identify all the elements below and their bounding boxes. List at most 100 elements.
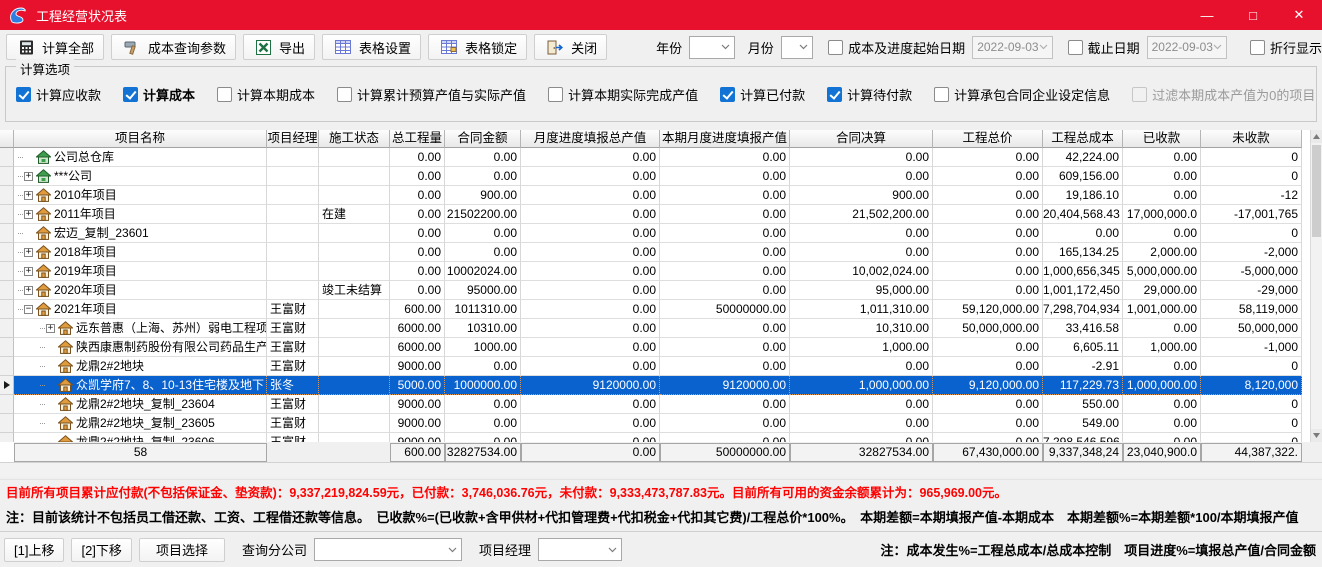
horizontal-scrollbar[interactable]: [0, 462, 1322, 477]
maximize-button[interactable]: □: [1230, 0, 1276, 30]
column-header-3[interactable]: 施工状态: [319, 130, 390, 148]
checkbox-icon[interactable]: [1250, 40, 1265, 55]
row-selector-cell[interactable]: [0, 433, 14, 442]
column-header-10[interactable]: 工程总成本: [1043, 130, 1123, 148]
wrap-display-checkbox[interactable]: 折行显示: [1250, 38, 1322, 57]
expand-icon[interactable]: +: [24, 172, 33, 181]
calc-option[interactable]: 计算应收款: [16, 85, 101, 104]
row-selector-cell[interactable]: [0, 205, 14, 224]
calc-option[interactable]: 计算成本: [123, 85, 195, 104]
expand-icon[interactable]: +: [24, 248, 33, 257]
table-row[interactable]: +远东普惠（上海、苏州）弱电工程项王富财6000.0010310.000.000…: [0, 319, 1322, 338]
calc-all-button[interactable]: 计算全部: [6, 34, 104, 60]
calc-option[interactable]: 计算累计预算产值与实际产值: [337, 85, 526, 104]
table-row[interactable]: 陕西康惠制药股份有限公司药品生产王富财6000.001000.000.000.0…: [0, 338, 1322, 357]
manager-select[interactable]: [538, 538, 622, 561]
row-selector-cell[interactable]: [0, 357, 14, 376]
row-selector-cell[interactable]: [0, 262, 14, 281]
table-lock-button[interactable]: 表格锁定: [428, 34, 527, 60]
calc-option[interactable]: 计算已付款: [720, 85, 805, 104]
table-row[interactable]: 龙鼎2#2地块_复制_23606王富财9000.000.000.000.000.…: [0, 433, 1322, 442]
table-row[interactable]: 宏迈_复制_236010.000.000.000.000.000.000.000…: [0, 224, 1322, 243]
minimize-button[interactable]: —: [1184, 0, 1230, 30]
checkbox-icon[interactable]: [123, 87, 138, 102]
calc-option[interactable]: 计算本期成本: [217, 85, 315, 104]
value-cell: 0: [1201, 433, 1302, 442]
checkbox-icon[interactable]: [337, 87, 352, 102]
expand-icon[interactable]: +: [24, 210, 33, 219]
table-row[interactable]: +2019年项目0.0010002024.000.000.0010,002,02…: [0, 262, 1322, 281]
table-row[interactable]: +2010年项目0.00900.000.000.00900.000.0019,1…: [0, 186, 1322, 205]
checkbox-icon[interactable]: [934, 87, 949, 102]
export-button[interactable]: 导出: [243, 34, 315, 60]
checkbox-icon[interactable]: [827, 87, 842, 102]
checkbox-icon[interactable]: [1068, 40, 1083, 55]
table-row[interactable]: 龙鼎2#2地块_复制_23605王富财9000.000.000.000.000.…: [0, 414, 1322, 433]
close-button[interactable]: ✕: [1276, 0, 1322, 30]
start-date-select[interactable]: 2022-09-03: [972, 36, 1052, 59]
column-header-8[interactable]: 合同决算: [790, 130, 933, 148]
expand-icon[interactable]: +: [24, 267, 33, 276]
column-header-9[interactable]: 工程总价: [933, 130, 1043, 148]
calc-option[interactable]: 计算待付款: [827, 85, 912, 104]
table-row[interactable]: +2011年项目在建0.0021502200.000.000.0021,502,…: [0, 205, 1322, 224]
expand-icon[interactable]: +: [24, 191, 33, 200]
row-selector-cell[interactable]: [0, 186, 14, 205]
calc-option[interactable]: 过滤本期成本产值为0的项目: [1132, 85, 1315, 104]
table-row[interactable]: +2018年项目0.000.000.000.000.000.00165,134.…: [0, 243, 1322, 262]
end-date-checkbox[interactable]: 截止日期: [1068, 38, 1140, 57]
year-select[interactable]: [689, 36, 735, 59]
cost-query-params-button[interactable]: 成本查询参数: [111, 34, 236, 60]
column-header-12[interactable]: 未收款: [1201, 130, 1302, 148]
vertical-scrollbar[interactable]: [1310, 130, 1322, 442]
table-row[interactable]: +2020年项目竣工未结算0.0095000.000.000.0095,000.…: [0, 281, 1322, 300]
month-select[interactable]: [781, 36, 813, 59]
expand-icon[interactable]: +: [24, 286, 33, 295]
column-header-7[interactable]: 本期月度进度填报产值: [660, 130, 790, 148]
table-row[interactable]: 公司总仓库0.000.000.000.000.000.0042,224.000.…: [0, 148, 1322, 167]
column-header-4[interactable]: 总工程量: [390, 130, 445, 148]
row-selector-cell[interactable]: [0, 319, 14, 338]
scroll-up-icon[interactable]: [1311, 130, 1322, 143]
row-selector-cell[interactable]: [0, 167, 14, 186]
row-selector-cell[interactable]: [0, 243, 14, 262]
checkbox-icon[interactable]: [720, 87, 735, 102]
table-settings-button[interactable]: 表格设置: [322, 34, 421, 60]
row-selector-cell[interactable]: [0, 376, 14, 395]
calc-option[interactable]: 计算本期实际完成产值: [548, 85, 698, 104]
column-header-5[interactable]: 合同金额: [445, 130, 521, 148]
column-header-2[interactable]: 项目经理: [267, 130, 319, 148]
table-row[interactable]: −2021年项目王富财600.001011310.000.0050000000.…: [0, 300, 1322, 319]
start-date-checkbox[interactable]: 成本及进度起始日期: [828, 38, 965, 57]
move-down-button[interactable]: [2]下移: [71, 538, 131, 562]
table-row[interactable]: 龙鼎2#2地块王富财9000.000.000.000.000.000.00-2.…: [0, 357, 1322, 376]
table-row[interactable]: 龙鼎2#2地块_复制_23604王富财9000.000.000.000.000.…: [0, 395, 1322, 414]
column-header-11[interactable]: 已收款: [1123, 130, 1201, 148]
close-form-button[interactable]: 关闭: [534, 34, 607, 60]
collapse-icon[interactable]: −: [24, 305, 33, 314]
project-select-button[interactable]: 项目选择: [139, 538, 225, 562]
branch-select[interactable]: [314, 538, 462, 561]
checkbox-icon[interactable]: [1132, 87, 1147, 102]
row-selector-cell[interactable]: [0, 414, 14, 433]
scroll-down-icon[interactable]: [1311, 429, 1322, 442]
column-header-1[interactable]: 项目名称: [14, 130, 267, 148]
row-selector-cell[interactable]: [0, 395, 14, 414]
row-selector-cell[interactable]: [0, 224, 14, 243]
row-selector-cell[interactable]: [0, 148, 14, 167]
row-selector-cell[interactable]: [0, 300, 14, 319]
checkbox-icon[interactable]: [828, 40, 843, 55]
expand-icon[interactable]: +: [46, 324, 55, 333]
table-row[interactable]: 众凯学府7、8、10-13住宅楼及地下张冬5000.001000000.0091…: [0, 376, 1322, 395]
checkbox-icon[interactable]: [217, 87, 232, 102]
column-header-6[interactable]: 月度进度填报总产值: [521, 130, 660, 148]
checkbox-icon[interactable]: [548, 87, 563, 102]
row-selector-cell[interactable]: [0, 338, 14, 357]
end-date-select[interactable]: 2022-09-03: [1147, 36, 1227, 59]
row-selector-cell[interactable]: [0, 281, 14, 300]
checkbox-icon[interactable]: [16, 87, 31, 102]
calc-option[interactable]: 计算承包合同企业设定信息: [934, 85, 1110, 104]
scrollbar-thumb[interactable]: [1312, 145, 1321, 237]
move-up-button[interactable]: [1]上移: [4, 538, 64, 562]
table-row[interactable]: +***公司0.000.000.000.000.000.00609,156.00…: [0, 167, 1322, 186]
